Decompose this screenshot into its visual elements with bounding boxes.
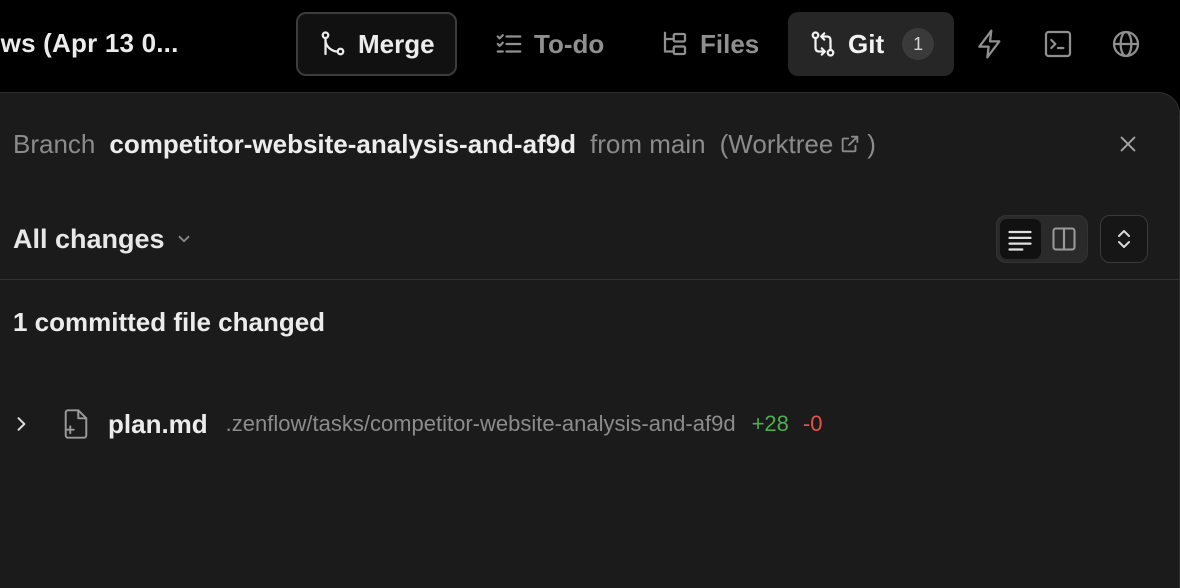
lightning-icon (978, 29, 1001, 59)
files-label: Files (700, 28, 760, 59)
globe-icon (1112, 30, 1140, 58)
worktree-label: (Worktree (719, 128, 834, 159)
terminal-button[interactable] (1040, 26, 1076, 62)
columns-icon (1052, 227, 1076, 251)
expand-file-toggle[interactable] (10, 413, 32, 435)
git-merge-icon (321, 31, 345, 56)
file-name: plan.md (108, 408, 208, 439)
align-left-icon (1008, 230, 1032, 251)
merge-label: Merge (358, 28, 435, 59)
branch-info: Branch competitor-website-analysis-and-a… (13, 127, 876, 161)
branch-from: from main (590, 128, 706, 159)
git-compare-icon (811, 31, 835, 57)
section-divider (0, 279, 1180, 280)
changes-filter-dropdown[interactable]: All changes (13, 221, 193, 257)
actions-button[interactable] (972, 26, 1008, 62)
window-title: ews (Apr 13 0... (0, 28, 179, 58)
worktree-link[interactable]: (Worktree ) (720, 129, 876, 160)
merge-button[interactable]: Merge (296, 12, 457, 76)
todo-label: To-do (534, 28, 605, 59)
file-added-icon (62, 407, 90, 441)
changes-summary: 1 committed file changed (13, 307, 326, 337)
diff-view-toggle (996, 215, 1088, 263)
file-row[interactable]: plan.md .zenflow/tasks/competitor-websit… (0, 403, 1180, 445)
close-panel-button[interactable] (1113, 129, 1143, 159)
todo-tab[interactable]: To-do (494, 12, 604, 76)
chevron-right-icon (17, 417, 26, 431)
deletions-count: -0 (802, 411, 823, 436)
file-path: .zenflow/tasks/competitor-website-analys… (225, 411, 736, 436)
folder-tree-icon (663, 31, 687, 56)
branch-prefix: Branch (13, 128, 96, 159)
git-tab[interactable]: Git 1 (788, 12, 954, 76)
worktree-close-paren: ) (867, 128, 876, 159)
top-toolbar: ews (Apr 13 0... Merge To-do Files Git 1 (0, 0, 1180, 92)
files-tab[interactable]: Files (660, 12, 759, 76)
terminal-icon (1044, 30, 1072, 58)
additions-count: +28 (751, 411, 789, 436)
external-link-icon (842, 135, 859, 153)
git-label: Git (848, 28, 885, 59)
chevrons-up-down-icon (1118, 230, 1130, 248)
branch-name: competitor-website-analysis-and-af9d (109, 128, 577, 159)
changes-filter-label: All changes (13, 223, 165, 254)
checklist-icon (496, 34, 522, 53)
close-icon (1120, 136, 1136, 152)
git-panel: Branch competitor-website-analysis-and-a… (0, 92, 1180, 588)
browser-button[interactable] (1108, 26, 1144, 62)
expand-collapse-button[interactable] (1100, 215, 1148, 263)
split-view-button[interactable] (1044, 219, 1085, 259)
unified-view-button[interactable] (1000, 219, 1041, 259)
git-count-badge: 1 (902, 28, 935, 60)
chevron-down-icon (178, 235, 189, 243)
